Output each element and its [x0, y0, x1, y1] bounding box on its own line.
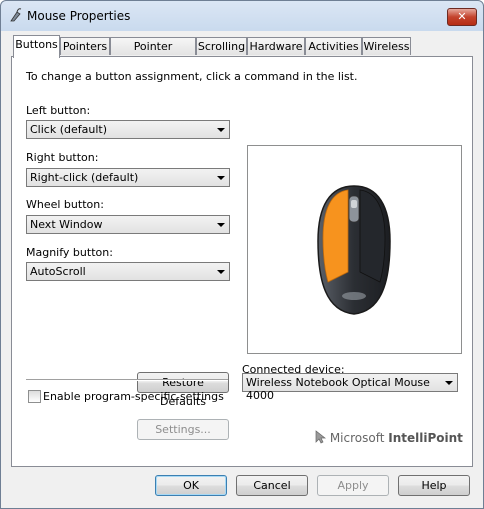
brand-name: IntelliPoint [388, 431, 463, 445]
close-button[interactable]: ✕ [447, 8, 477, 26]
left-button-select[interactable]: Click (default) [26, 120, 230, 139]
left-button-value: Click (default) [30, 123, 107, 136]
mouse-preview [247, 145, 462, 354]
tab-wireless[interactable]: Wireless [362, 37, 411, 55]
connected-device-value: Wireless Notebook Optical Mouse 4000 [246, 376, 430, 402]
program-specific-checkbox[interactable] [28, 390, 41, 403]
buttons-panel: To change a button assignment, click a c… [11, 56, 473, 467]
chevron-down-icon [217, 223, 225, 227]
right-button-label: Right button: [26, 151, 99, 164]
window-title: Mouse Properties [27, 9, 131, 23]
intellipoint-brand: Microsoft IntelliPoint [314, 430, 463, 445]
ok-button[interactable]: OK [155, 475, 227, 496]
wireless-mouse-image [317, 185, 391, 315]
wheel-button-label: Wheel button: [26, 198, 104, 211]
tab-pointers[interactable]: Pointers [60, 37, 110, 55]
left-button-label: Left button: [26, 104, 91, 117]
right-button-select[interactable]: Right-click (default) [26, 168, 230, 187]
tab-buttons[interactable]: Buttons [13, 35, 60, 58]
chevron-down-icon [217, 128, 225, 132]
tab-activities[interactable]: Activities [305, 37, 362, 55]
help-button[interactable]: Help [398, 475, 470, 496]
mouse-properties-window: Mouse Properties ✕ Buttons Pointers Poin… [0, 0, 484, 509]
wheel-button-select[interactable]: Next Window [26, 215, 230, 234]
close-icon: ✕ [457, 10, 467, 23]
settings-button[interactable]: Settings... [137, 419, 229, 440]
tab-scrolling[interactable]: Scrolling [196, 37, 247, 55]
wheel-button-value: Next Window [30, 218, 103, 231]
intellipoint-logo-icon [315, 430, 327, 444]
chevron-down-icon [445, 381, 453, 385]
right-button-value: Right-click (default) [30, 171, 139, 184]
magnify-button-label: Magnify button: [26, 246, 113, 259]
apply-button[interactable]: Apply [317, 475, 389, 496]
chevron-down-icon [217, 176, 225, 180]
connected-device-select[interactable]: Wireless Notebook Optical Mouse 4000 [242, 373, 458, 402]
magnify-button-select[interactable]: AutoScroll [26, 262, 230, 281]
program-specific-label[interactable]: Enable program-specific settings [43, 390, 224, 403]
tab-pointer-options[interactable]: Pointer Options [110, 37, 196, 71]
mouse-icon [10, 8, 22, 22]
magnify-button-value: AutoScroll [30, 265, 86, 278]
title-bar: Mouse Properties ✕ [1, 1, 483, 31]
instructions-text: To change a button assignment, click a c… [26, 70, 358, 83]
tab-hardware[interactable]: Hardware [247, 37, 305, 55]
dialog-body: Buttons Pointers Pointer Options Scrolli… [5, 31, 479, 505]
brand-prefix: Microsoft [329, 431, 389, 445]
cancel-button[interactable]: Cancel [236, 475, 308, 496]
chevron-down-icon [217, 270, 225, 274]
divider [26, 379, 228, 381]
